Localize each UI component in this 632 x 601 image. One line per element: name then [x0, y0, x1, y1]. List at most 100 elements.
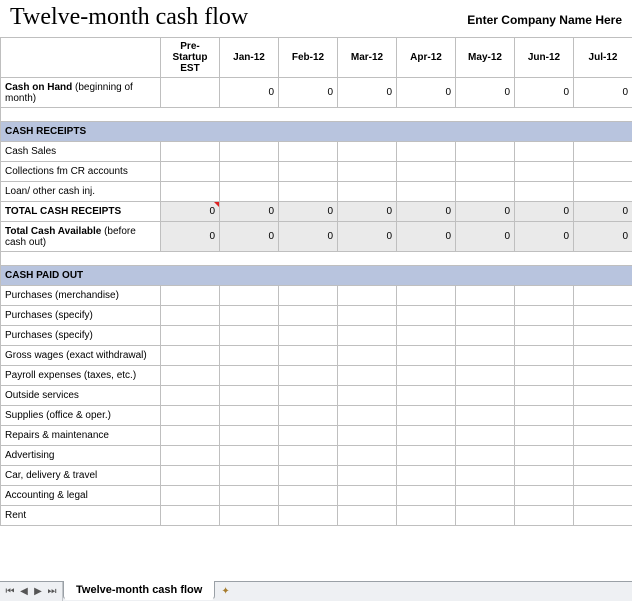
label[interactable]: Payroll expenses (taxes, etc.): [1, 366, 161, 386]
cell[interactable]: 0: [456, 222, 515, 252]
cell[interactable]: [515, 326, 574, 346]
company-name[interactable]: Enter Company Name Here: [467, 13, 622, 27]
col-jun[interactable]: Jun-12: [515, 38, 574, 78]
label[interactable]: Purchases (specify): [1, 326, 161, 346]
cell[interactable]: 0: [397, 78, 456, 108]
cell[interactable]: 0: [574, 78, 632, 108]
cell[interactable]: 0: [574, 222, 632, 252]
cell[interactable]: [456, 466, 515, 486]
label[interactable]: Gross wages (exact withdrawal): [1, 346, 161, 366]
cell[interactable]: [397, 486, 456, 506]
cell[interactable]: [279, 466, 338, 486]
cell[interactable]: [515, 386, 574, 406]
label[interactable]: Collections fm CR accounts: [1, 162, 161, 182]
cell[interactable]: [456, 366, 515, 386]
cell[interactable]: 0: [279, 78, 338, 108]
cell[interactable]: [456, 506, 515, 526]
cell[interactable]: [338, 182, 397, 202]
cell[interactable]: [338, 466, 397, 486]
cell[interactable]: [574, 326, 632, 346]
cell[interactable]: [279, 142, 338, 162]
cell[interactable]: [397, 466, 456, 486]
cell[interactable]: [161, 346, 220, 366]
cell[interactable]: [515, 142, 574, 162]
cell[interactable]: [456, 406, 515, 426]
label[interactable]: Purchases (merchandise): [1, 286, 161, 306]
label[interactable]: Accounting & legal: [1, 486, 161, 506]
cell[interactable]: [279, 426, 338, 446]
cell[interactable]: [279, 506, 338, 526]
cell[interactable]: [574, 446, 632, 466]
cell[interactable]: [397, 366, 456, 386]
cell[interactable]: [338, 406, 397, 426]
cell[interactable]: [574, 306, 632, 326]
cell[interactable]: [515, 286, 574, 306]
cell[interactable]: [515, 426, 574, 446]
sheet-tab-active[interactable]: Twelve-month cash flow: [63, 581, 215, 600]
nav-next-icon[interactable]: ▶: [32, 585, 44, 599]
cell[interactable]: [397, 406, 456, 426]
col-mar[interactable]: Mar-12: [338, 38, 397, 78]
cell[interactable]: [515, 346, 574, 366]
cell[interactable]: 0: [515, 78, 574, 108]
cell[interactable]: [338, 346, 397, 366]
cell[interactable]: 0: [220, 78, 279, 108]
cell[interactable]: [397, 142, 456, 162]
cell[interactable]: [161, 306, 220, 326]
cell[interactable]: [574, 486, 632, 506]
label[interactable]: Outside services: [1, 386, 161, 406]
cell[interactable]: [279, 286, 338, 306]
cell[interactable]: 0: [397, 202, 456, 222]
col-jan[interactable]: Jan-12: [220, 38, 279, 78]
cell[interactable]: [161, 466, 220, 486]
cell[interactable]: [220, 326, 279, 346]
cell[interactable]: [279, 162, 338, 182]
cell[interactable]: [338, 426, 397, 446]
cell[interactable]: [397, 326, 456, 346]
cell[interactable]: [397, 446, 456, 466]
cell[interactable]: [220, 506, 279, 526]
nav-prev-icon[interactable]: ◀: [18, 585, 30, 599]
cell[interactable]: [574, 466, 632, 486]
cell[interactable]: [456, 386, 515, 406]
col-jul[interactable]: Jul-12: [574, 38, 632, 78]
label[interactable]: Cash Sales: [1, 142, 161, 162]
col-apr[interactable]: Apr-12: [397, 38, 456, 78]
cell[interactable]: [515, 182, 574, 202]
cell[interactable]: [456, 182, 515, 202]
cell[interactable]: [338, 286, 397, 306]
cell[interactable]: [515, 306, 574, 326]
cell[interactable]: [515, 486, 574, 506]
label[interactable]: Advertising: [1, 446, 161, 466]
cell[interactable]: 0: [515, 222, 574, 252]
cell[interactable]: [161, 406, 220, 426]
cell[interactable]: [220, 162, 279, 182]
cell[interactable]: [279, 366, 338, 386]
label[interactable]: Repairs & maintenance: [1, 426, 161, 446]
cell[interactable]: [456, 326, 515, 346]
cell[interactable]: [574, 506, 632, 526]
cell[interactable]: [338, 326, 397, 346]
cell[interactable]: [515, 366, 574, 386]
cell[interactable]: [574, 426, 632, 446]
cell[interactable]: [161, 486, 220, 506]
cell[interactable]: [397, 386, 456, 406]
cell[interactable]: [220, 366, 279, 386]
cell[interactable]: [574, 386, 632, 406]
label[interactable]: Total Cash Available (before cash out): [1, 222, 161, 252]
col-feb[interactable]: Feb-12: [279, 38, 338, 78]
cell[interactable]: [338, 366, 397, 386]
cell[interactable]: [279, 306, 338, 326]
label-cash-on-hand[interactable]: Cash on Hand (beginning of month): [1, 78, 161, 108]
cell[interactable]: [279, 386, 338, 406]
cell[interactable]: 0: [515, 202, 574, 222]
cell[interactable]: 0: [456, 202, 515, 222]
cell[interactable]: [456, 306, 515, 326]
cell[interactable]: 0: [279, 222, 338, 252]
cell[interactable]: [338, 386, 397, 406]
cell[interactable]: [338, 306, 397, 326]
cell[interactable]: [338, 162, 397, 182]
cell[interactable]: [220, 286, 279, 306]
cell[interactable]: [279, 486, 338, 506]
cell[interactable]: [456, 286, 515, 306]
